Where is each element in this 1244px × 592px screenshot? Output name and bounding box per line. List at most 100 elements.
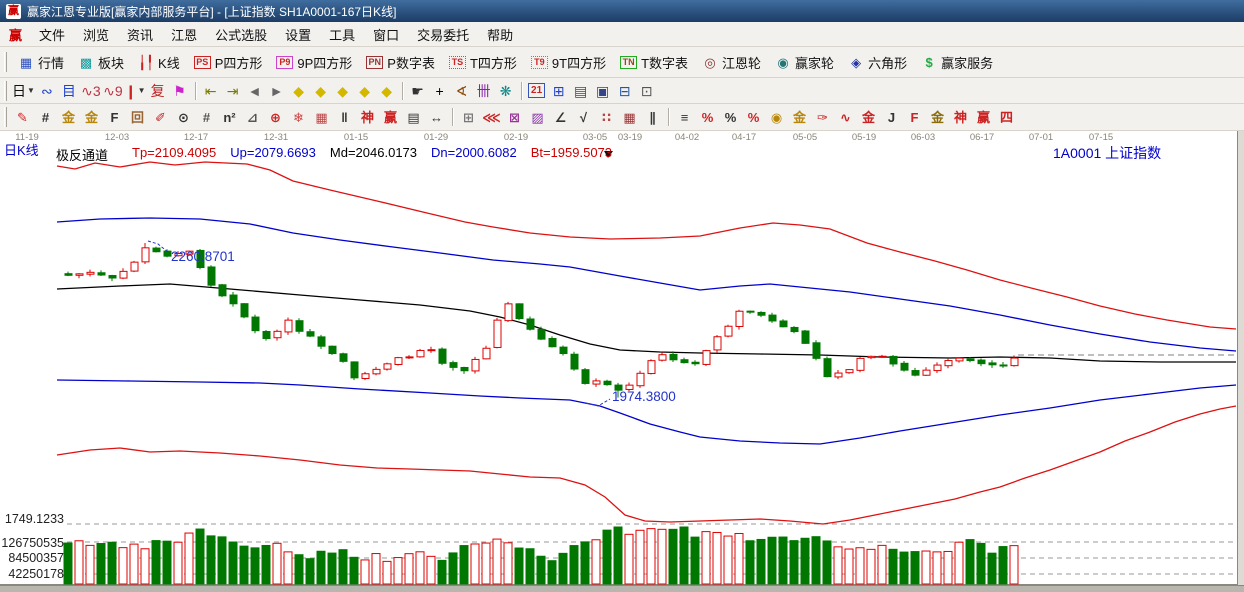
tool-j-angle[interactable]: J (880, 107, 903, 128)
tool-wave-3[interactable]: ∿3 (80, 81, 102, 101)
tool-restore-rights[interactable]: 复 (147, 81, 169, 101)
tool-period-day-dropdown[interactable]: 日 ▼ (11, 81, 36, 101)
tool-grid-box[interactable]: ▦ (310, 107, 333, 128)
toolbar-button-sectors[interactable]: ▩ 板块 (71, 50, 131, 75)
tool-save-floppy[interactable]: ▣ (592, 81, 614, 101)
tool-parallel-lines[interactable]: ∥ (641, 107, 664, 128)
tool-ruler-123[interactable]: ▤ (402, 107, 425, 128)
tool-percent[interactable]: % (719, 107, 742, 128)
menu-settings[interactable]: 设置 (276, 23, 320, 46)
toolbar-button-p-square[interactable]: PS P四方形 (187, 50, 270, 75)
tool-ying-angle[interactable]: 赢 (972, 107, 995, 128)
tool-angle-lines[interactable]: ∠ (549, 107, 572, 128)
tool-gann-circle[interactable]: ⊙ (172, 107, 195, 128)
tool-color-flag-chart[interactable]: ⚑ (169, 81, 191, 101)
9t-square-icon: T9 (530, 55, 548, 69)
toolbar-button-p-number-table[interactable]: PN P数字表 (359, 50, 442, 75)
tool-report-doc[interactable]: ▤ (570, 81, 592, 101)
tool-wave-red[interactable]: ∿ (834, 107, 857, 128)
tool-f-angle[interactable]: F (903, 107, 926, 128)
tool-dot-grid[interactable]: ∷ (595, 107, 618, 128)
tool-diamond-tool-expand[interactable]: ◆ (332, 81, 354, 101)
tool-overlay-curve[interactable]: ∾ (36, 81, 58, 101)
kline-chart-plot[interactable]: 11-19 12-03 12-17 12-31 01-15 01-29 02-19 03-05… (0, 131, 1244, 585)
tool-info-doc[interactable]: 目 (58, 81, 80, 101)
tool-angle-ruler[interactable]: ⊿ (241, 107, 264, 128)
tool-diamond-tool-left[interactable]: ◆ (288, 81, 310, 101)
tool-printer[interactable]: ⊡ (636, 81, 658, 101)
tool-angle-pen-tool[interactable]: ∢ (451, 81, 473, 101)
tool-diamond-tool-right[interactable]: ◆ (310, 81, 332, 101)
horizontal-scrollbar[interactable] (0, 585, 1244, 592)
tool-gold-red-lines[interactable]: 金 (857, 107, 880, 128)
tool-percent-lines[interactable]: % (742, 107, 765, 128)
tool-grid-hash[interactable]: # (34, 107, 57, 128)
toolbar-button-quotes[interactable]: ▦ 行情 (11, 50, 71, 75)
tool-gold-grid-2[interactable]: 金 (80, 107, 103, 128)
tool-measure-arrow[interactable]: ↔ (425, 107, 448, 128)
tool-k-stat[interactable]: ǁ (333, 107, 356, 128)
diamond-tool-left-icon: ◆ (293, 82, 304, 99)
menu-tools[interactable]: 工具 (320, 23, 364, 46)
tool-pen-red-2[interactable]: ✐ (149, 107, 172, 128)
toolbar-button-winner-service[interactable]: $ 赢家服务 (914, 50, 1000, 75)
menu-window[interactable]: 窗口 (364, 23, 408, 46)
toolbar-button-t-number-table[interactable]: TN T数字表 (613, 50, 695, 75)
tool-gold-angle[interactable]: 金 (926, 107, 949, 128)
tool-network-pc[interactable]: ⊟ (614, 81, 636, 101)
menu-formula-stock-pick[interactable]: 公式选股 (206, 23, 276, 46)
tool-fan-box-2[interactable]: ▨ (526, 107, 549, 128)
tool-candle-style-dropdown[interactable]: ❙ ▼ (124, 81, 147, 101)
tool-shen-angle[interactable]: 神 (949, 107, 972, 128)
menu-news[interactable]: 资讯 (118, 23, 162, 46)
tool-gold-circle[interactable]: ◉ (765, 107, 788, 128)
tool-si-angle[interactable]: 四 (995, 107, 1018, 128)
tool-check-wave[interactable]: √ (572, 107, 595, 128)
toolbar-button-kline[interactable]: ╽╿ K线 (131, 50, 187, 75)
tool-diamond-tool-center[interactable]: ◆ (376, 81, 398, 101)
tool-box-tool[interactable]: ⊞ (457, 107, 480, 128)
tool-gold-lines[interactable]: 金 (788, 107, 811, 128)
vertical-scrollbar[interactable] (1237, 131, 1244, 585)
tool-diamond-tool-shrink[interactable]: ◆ (354, 81, 376, 101)
tool-box-grid-2[interactable]: ▦ (618, 107, 641, 128)
tool-next-page[interactable]: ► (266, 81, 288, 101)
tool-gold-grid-1[interactable]: 金 (57, 107, 80, 128)
tool-smart-brain-tool[interactable]: ❋ (495, 81, 517, 101)
tool-calculator[interactable]: ⊞ (548, 81, 570, 101)
tool-ying-grid[interactable]: 赢 (379, 107, 402, 128)
tool-n-square[interactable]: n² (218, 107, 241, 128)
toolbar-button-t-square[interactable]: TS T四方形 (442, 50, 524, 75)
menu-browse[interactable]: 浏览 (74, 23, 118, 46)
menu-gann[interactable]: 江恩 (162, 23, 206, 46)
toolbar-button-winner-wheel[interactable]: ◉ 赢家轮 (768, 50, 841, 75)
tool-f-grid[interactable]: F (103, 107, 126, 128)
tool-price-scale[interactable]: ≡ (673, 107, 696, 128)
tool-last-page[interactable]: ⇥ (222, 81, 244, 101)
tool-gann-tool-purple[interactable]: 卌 (473, 81, 495, 101)
tool-calendar-21[interactable]: 21 (526, 81, 548, 101)
toolbar-button-gann-wheel[interactable]: ◎ 江恩轮 (695, 50, 768, 75)
tool-fan-box-1[interactable]: ⊠ (503, 107, 526, 128)
tool-spiral-grid[interactable]: 回 (126, 107, 149, 128)
menu-trade-entrust[interactable]: 交易委托 (408, 23, 478, 46)
tool-candle-pen[interactable]: ✑ (811, 107, 834, 128)
toolbar-grip (4, 80, 7, 101)
tool-circle-cross[interactable]: ⊕ (264, 107, 287, 128)
tool-red-pen[interactable]: ✎ (11, 107, 34, 128)
tool-first-page[interactable]: ⇤ (200, 81, 222, 101)
menu-file[interactable]: 文件 (30, 23, 74, 46)
toolbar-button-9p-square[interactable]: P9 9P四方形 (269, 50, 359, 75)
tool-hash-lines[interactable]: # (195, 107, 218, 128)
tool-percent-diag[interactable]: % (696, 107, 719, 128)
tool-snowflake-grid[interactable]: ❄ (287, 107, 310, 128)
tool-shen-grid[interactable]: 神 (356, 107, 379, 128)
tool-gann-fan[interactable]: ⋘ (480, 107, 503, 128)
tool-wave-9[interactable]: ∿9 (102, 81, 124, 101)
toolbar-button-9t-square[interactable]: T9 9T四方形 (524, 50, 613, 75)
tool-crosshair-tool[interactable]: + (429, 81, 451, 101)
tool-prev-page[interactable]: ◄ (244, 81, 266, 101)
toolbar-button-hexagon[interactable]: ◈ 六角形 (841, 50, 914, 75)
tool-hand-tool[interactable]: ☛ (407, 81, 429, 101)
menu-help[interactable]: 帮助 (478, 23, 522, 46)
